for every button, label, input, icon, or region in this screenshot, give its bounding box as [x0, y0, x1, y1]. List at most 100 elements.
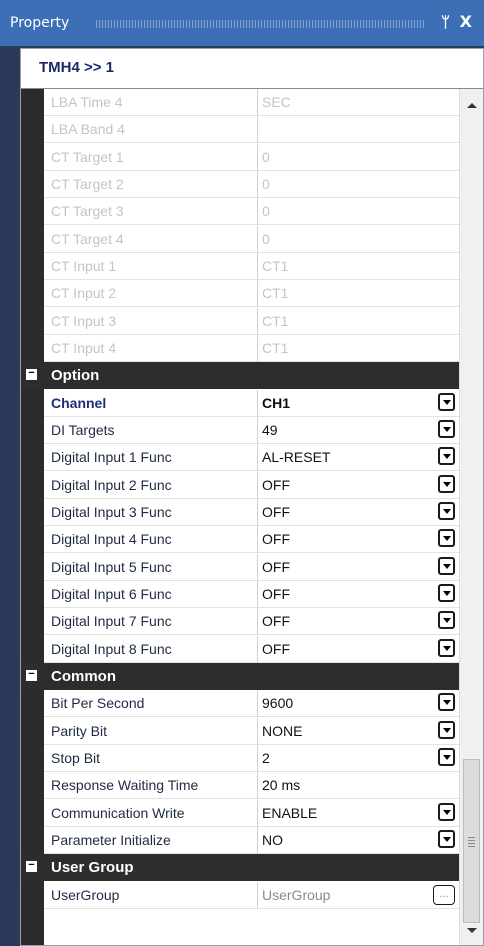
vertical-scrollbar[interactable] [459, 89, 483, 945]
property-row[interactable]: Parameter Initialize NO [21, 826, 459, 854]
property-row[interactable]: DI Targets 49 [21, 416, 459, 444]
property-value: SEC [258, 89, 459, 116]
property-name: CT Input 4 [44, 334, 258, 362]
property-row[interactable]: CT Target 20 [21, 170, 459, 198]
property-value: 0 [258, 226, 459, 253]
close-icon[interactable]: X [460, 12, 472, 31]
panel-titlebar[interactable]: Property ᛘ X [0, 0, 484, 46]
dropdown-arrow-icon[interactable] [438, 447, 455, 466]
property-row[interactable]: Digital Input 4 Func OFF [21, 526, 459, 554]
property-row[interactable]: Parity Bit NONE [21, 717, 459, 745]
dropdown-arrow-icon[interactable] [438, 392, 455, 411]
property-value[interactable]: OFF [258, 608, 459, 636]
dropdown-arrow-icon[interactable] [438, 529, 455, 548]
property-row[interactable]: CT Target 30 [21, 198, 459, 226]
property-name: Digital Input 3 Func [44, 498, 258, 526]
property-row[interactable]: CT Target 10 [21, 143, 459, 171]
pin-icon[interactable]: ᛘ [441, 13, 450, 31]
property-row[interactable]: Bit Per Second 9600 [21, 690, 459, 718]
property-row[interactable]: UserGroup UserGroup... [21, 881, 459, 909]
property-row[interactable]: CT Input 4 CT1 [21, 334, 459, 362]
property-row[interactable]: Digital Input 1 Func AL-RESET [21, 444, 459, 472]
property-name: LBA Time 4 [44, 89, 258, 116]
property-value[interactable]: OFF [258, 636, 459, 663]
category-label: User Group [51, 859, 134, 877]
property-row[interactable]: CT Input 3 CT1 [21, 307, 459, 335]
property-value[interactable]: 49 [258, 417, 459, 444]
dropdown-arrow-icon[interactable] [438, 693, 455, 712]
collapse-toggle-icon[interactable]: − [26, 368, 37, 381]
property-name: Digital Input 8 Func [44, 635, 258, 663]
dropdown-arrow-icon[interactable] [438, 802, 455, 821]
property-value[interactable]: NONE [258, 718, 459, 745]
property-value: CT1 [258, 335, 459, 362]
dropdown-arrow-icon[interactable] [438, 638, 455, 657]
object-selector-label: TMH4 >> 1 [39, 59, 115, 76]
property-name: CT Input 1 [44, 252, 258, 280]
property-value: CT1 [258, 308, 459, 335]
property-value[interactable]: CH1 [258, 390, 459, 417]
property-value[interactable]: 20 ms [258, 772, 459, 800]
property-row[interactable]: LBA Time 4 SEC [21, 89, 459, 116]
property-panel: Property ᛘ X TMH4 >> 1 LBA Time 4 SEC LBA … [0, 0, 484, 946]
property-name: Response Waiting Time [44, 772, 258, 800]
category-label: Common [51, 667, 116, 685]
dropdown-arrow-icon[interactable] [438, 583, 455, 602]
property-row[interactable]: Digital Input 2 Func OFF [21, 471, 459, 499]
property-name: Communication Write [44, 799, 258, 827]
dropdown-arrow-icon[interactable] [438, 829, 455, 848]
property-value[interactable]: OFF [258, 554, 459, 581]
property-row[interactable]: CT Target 40 [21, 225, 459, 253]
property-value[interactable]: UserGroup... [258, 882, 459, 909]
property-value[interactable]: OFF [258, 581, 459, 608]
property-value[interactable]: 9600 [258, 690, 459, 718]
property-name: CT Input 2 [44, 280, 258, 308]
dropdown-arrow-icon[interactable] [438, 747, 455, 766]
dropdown-arrow-icon[interactable] [438, 419, 455, 438]
panel-title: Property [10, 15, 70, 31]
dropdown-arrow-icon[interactable] [438, 501, 455, 520]
dropdown-arrow-icon[interactable] [438, 720, 455, 739]
property-row[interactable]: CT Input 2 CT1 [21, 280, 459, 308]
scroll-thumb[interactable] [463, 759, 480, 923]
property-row[interactable]: Channel CH1 [21, 389, 459, 417]
category-label: Option [51, 367, 100, 385]
property-value[interactable]: AL-RESET [258, 444, 459, 472]
property-name: Digital Input 6 Func [44, 580, 258, 608]
property-value[interactable]: OFF [258, 526, 459, 554]
dropdown-arrow-icon[interactable] [438, 611, 455, 630]
property-row[interactable]: CT Input 1 CT1 [21, 252, 459, 280]
category-option[interactable]: − Option [21, 362, 459, 390]
scroll-up-arrow-icon[interactable] [467, 103, 477, 108]
property-name: Bit Per Second [44, 690, 258, 718]
property-value[interactable]: 2 [258, 745, 459, 772]
property-value: CT1 [258, 253, 459, 280]
category-common[interactable]: − Common [21, 662, 459, 690]
property-value[interactable]: OFF [258, 472, 459, 499]
scroll-down-arrow-icon[interactable] [467, 928, 477, 933]
property-value[interactable]: NO [258, 827, 459, 854]
collapse-toggle-icon[interactable]: − [26, 860, 37, 873]
property-row[interactable]: Communication Write ENABLE [21, 799, 459, 827]
property-value: CT1 [258, 280, 459, 308]
property-row[interactable]: Digital Input 6 Func OFF [21, 580, 459, 608]
dropdown-arrow-icon[interactable] [438, 556, 455, 575]
category-user-group[interactable]: − User Group [21, 854, 459, 882]
property-value: 0 [258, 198, 459, 226]
dropdown-arrow-icon[interactable] [438, 474, 455, 493]
property-row[interactable]: LBA Band 4 [21, 116, 459, 144]
ellipsis-button[interactable]: ... [433, 884, 455, 905]
property-row[interactable]: Digital Input 3 Func OFF [21, 498, 459, 526]
property-value: 0 [258, 171, 459, 198]
property-name: Parameter Initialize [44, 826, 258, 854]
property-value[interactable]: OFF [258, 499, 459, 526]
property-value[interactable]: ENABLE [258, 800, 459, 827]
property-name: Digital Input 2 Func [44, 471, 258, 499]
property-row[interactable]: Digital Input 7 Func OFF [21, 608, 459, 636]
property-row[interactable]: Digital Input 5 Func OFF [21, 553, 459, 581]
property-row[interactable]: Stop Bit 2 [21, 744, 459, 772]
property-row[interactable]: Response Waiting Time 20 ms [21, 772, 459, 800]
property-row[interactable]: Digital Input 8 Func OFF [21, 635, 459, 663]
property-value: 0 [258, 144, 459, 171]
collapse-toggle-icon[interactable]: − [26, 668, 37, 681]
